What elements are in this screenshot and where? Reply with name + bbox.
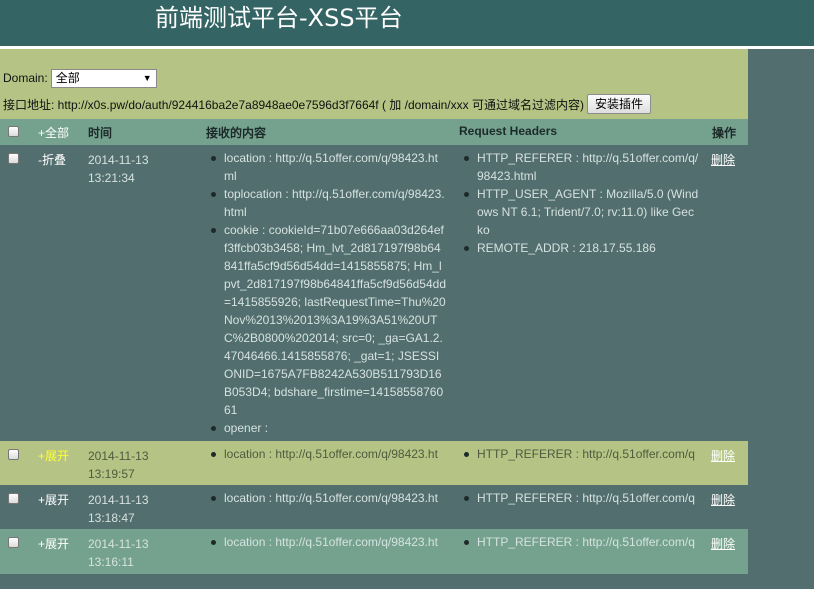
column-header-operations: 操作 [712, 126, 737, 140]
received-content-list: location : http://q.51offer.com/q/98423.… [206, 149, 446, 437]
row-checkbox[interactable] [8, 449, 19, 460]
page-title: 前端测试平台-XSS平台 [155, 4, 403, 32]
header-item: HTTP_REFERER : http://q.51offer.com/q [459, 489, 699, 507]
page-background [0, 574, 748, 589]
content-item: location : http://q.51offer.com/q/98423.… [206, 533, 446, 551]
dropdown-arrow-icon: ▼ [142, 72, 152, 83]
select-all-checkbox[interactable] [8, 126, 19, 137]
table-row: +展开 2014-11-13 13:19:57 location : http:… [0, 441, 748, 485]
column-header-time: 时间 [88, 126, 113, 140]
delete-link[interactable]: 删除 [711, 447, 735, 464]
row-expand-toggle[interactable]: +展开 [38, 447, 69, 464]
row-time: 13:19:57 [88, 467, 135, 481]
table-header-row: +全部 时间 接收的内容 Request Headers 操作 [0, 119, 748, 145]
received-content-list: location : http://q.51offer.com/q/98423.… [206, 445, 446, 463]
delete-link[interactable]: 删除 [711, 491, 735, 508]
header-item: HTTP_USER_AGENT : Mozilla/5.0 (Windows N… [459, 185, 699, 239]
page-header: 前端测试平台-XSS平台 [0, 0, 814, 46]
received-content-list: location : http://q.51offer.com/q/98423.… [206, 533, 446, 551]
domain-selected-value: 全部 [55, 70, 80, 85]
install-plugin-button[interactable]: 安装插件 [586, 94, 651, 114]
row-timestamp: 2014-11-13 13:19:57 [88, 447, 198, 483]
table-row: -折叠 2014-11-13 13:21:34 location : http:… [0, 145, 748, 441]
request-headers-list: HTTP_REFERER : http://q.51offer.com/q [459, 533, 699, 551]
api-address-row: 接口地址: http://x0s.pw/do/auth/924416ba2e7a… [3, 93, 651, 115]
row-time: 13:21:34 [88, 171, 135, 185]
row-checkbox[interactable] [8, 153, 19, 164]
row-expand-toggle[interactable]: +展开 [38, 535, 69, 552]
content-item: location : http://q.51offer.com/q/98423.… [206, 445, 446, 463]
content-item: opener : [206, 419, 446, 437]
content-item: location : http://q.51offer.com/q/98423.… [206, 489, 446, 507]
row-date: 2014-11-13 [88, 493, 149, 507]
row-time: 13:16:11 [88, 555, 134, 569]
content-item: cookie : cookieId=71b07e666aa03d264eff3f… [206, 221, 446, 419]
row-timestamp: 2014-11-13 13:21:34 [88, 151, 198, 187]
header-item: HTTP_REFERER : http://q.51offer.com/q/98… [459, 149, 699, 185]
table-row: +展开 2014-11-13 13:18:47 location : http:… [0, 485, 748, 529]
header-item: HTTP_REFERER : http://q.51offer.com/q [459, 445, 699, 463]
column-header-request-headers: Request Headers [459, 124, 558, 138]
row-collapse-toggle[interactable]: -折叠 [38, 151, 66, 168]
content-item: location : http://q.51offer.com/q/98423.… [206, 149, 446, 185]
row-checkbox[interactable] [8, 493, 19, 504]
received-content-list: location : http://q.51offer.com/q/98423.… [206, 489, 446, 507]
filter-toolbar: Domain: 全部 ▼ 接口地址: http://x0s.pw/do/auth… [0, 49, 748, 119]
row-date: 2014-11-13 [88, 153, 149, 167]
row-date: 2014-11-13 [88, 449, 149, 463]
content-item: toplocation : http://q.51offer.com/q/984… [206, 185, 446, 221]
header-item: HTTP_REFERER : http://q.51offer.com/q [459, 533, 699, 551]
column-header-content: 接收的内容 [206, 126, 267, 140]
row-checkbox[interactable] [8, 537, 19, 548]
expand-all-toggle[interactable]: +全部 [38, 124, 69, 141]
row-date: 2014-11-13 [88, 537, 149, 551]
row-timestamp: 2014-11-13 13:16:11 [88, 535, 198, 571]
domain-label: Domain: [3, 71, 48, 85]
request-headers-list: HTTP_REFERER : http://q.51offer.com/q [459, 445, 699, 463]
table-row: +展开 2014-11-13 13:16:11 location : http:… [0, 529, 748, 574]
request-headers-list: HTTP_REFERER : http://q.51offer.com/q [459, 489, 699, 507]
row-timestamp: 2014-11-13 13:18:47 [88, 491, 198, 527]
domain-filter: Domain: 全部 ▼ [3, 68, 157, 88]
request-headers-list: HTTP_REFERER : http://q.51offer.com/q/98… [459, 149, 699, 257]
domain-select[interactable]: 全部 ▼ [50, 68, 157, 88]
api-address-text: 接口地址: http://x0s.pw/do/auth/924416ba2e7a… [3, 97, 584, 112]
header-item: REMOTE_ADDR : 218.17.55.186 [459, 239, 699, 257]
delete-link[interactable]: 删除 [711, 535, 735, 552]
row-expand-toggle[interactable]: +展开 [38, 491, 69, 508]
row-time: 13:18:47 [88, 511, 135, 525]
delete-link[interactable]: 删除 [711, 151, 735, 168]
